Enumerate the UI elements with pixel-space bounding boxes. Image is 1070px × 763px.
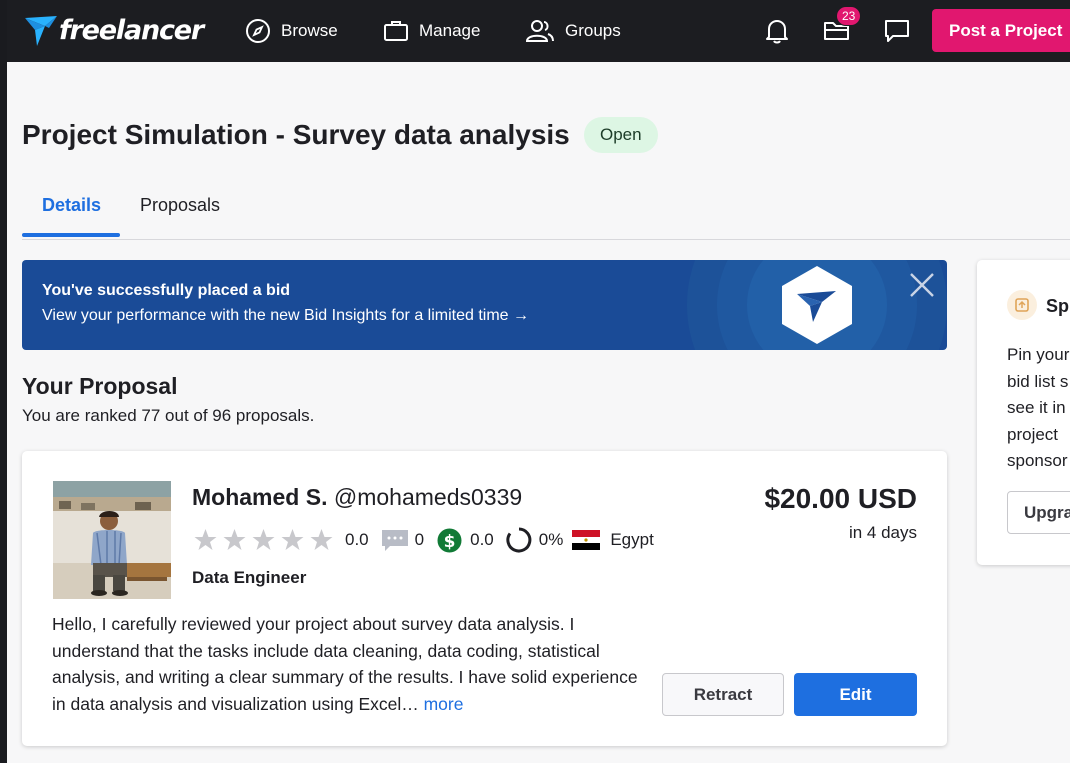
notification-count-badge: 23 bbox=[836, 6, 862, 26]
sidebar-line: bid list s bbox=[1007, 371, 1069, 391]
briefcase-icon bbox=[384, 21, 408, 41]
nav-manage-label: Manage bbox=[419, 21, 481, 40]
sidebar-line: see it in bbox=[1007, 398, 1066, 417]
sidebar-text: Pin your bid list s see it in project sp… bbox=[1007, 342, 1070, 475]
more-link[interactable]: more bbox=[424, 694, 464, 714]
status-badge: Open bbox=[584, 117, 658, 153]
star-icon bbox=[223, 529, 246, 550]
nav-browse[interactable]: Browse bbox=[245, 18, 338, 44]
page-title: Project Simulation - Survey data analysi… bbox=[22, 119, 570, 150]
country-name: Egypt bbox=[610, 530, 654, 549]
proposal-card: Mohamed S. @mohameds0339 0.0 0 $ 0.0 0% … bbox=[22, 451, 947, 746]
earnings-stat: $ 0.0 bbox=[437, 528, 494, 553]
reviews-stat: 0 bbox=[381, 528, 424, 552]
egypt-flag-icon bbox=[572, 530, 601, 550]
comment-icon bbox=[381, 530, 408, 551]
messages-button[interactable] bbox=[882, 16, 912, 46]
freelancer-hexagon-icon bbox=[782, 266, 852, 344]
avatar[interactable] bbox=[53, 481, 171, 599]
freelancer-stats: 0.0 0 $ 0.0 0% Egypt bbox=[192, 527, 654, 553]
sidebar-line: sponsor bbox=[1007, 451, 1068, 470]
tab-proposals[interactable]: Proposals bbox=[140, 195, 220, 216]
completion-ring-icon bbox=[506, 527, 532, 553]
section-title: Your Proposal bbox=[22, 373, 178, 399]
post-project-button[interactable]: Post a Project bbox=[932, 9, 1070, 52]
sponsor-icon bbox=[1007, 290, 1037, 320]
sidebar-line: Pin your bbox=[1007, 345, 1070, 364]
country-stat: Egypt bbox=[572, 530, 654, 550]
notifications-button[interactable] bbox=[762, 16, 792, 46]
bid-amount: $20.00 USD bbox=[764, 483, 917, 514]
freelancer-role: Data Engineer bbox=[192, 568, 307, 587]
star-rating bbox=[192, 528, 337, 552]
star-icon bbox=[310, 529, 333, 550]
tab-details[interactable]: Details bbox=[42, 195, 101, 216]
close-icon[interactable] bbox=[907, 270, 937, 300]
svg-text:$: $ bbox=[444, 532, 456, 552]
rating-value: 0.0 bbox=[345, 530, 369, 549]
profile-photo bbox=[53, 481, 171, 599]
delivery-time: in 4 days bbox=[848, 523, 917, 542]
edit-button[interactable]: Edit bbox=[794, 673, 917, 716]
nav-groups[interactable]: Groups bbox=[525, 18, 621, 44]
bid-insights-banner[interactable]: You've successfully placed a bid View yo… bbox=[22, 260, 947, 350]
completion-stat: 0% bbox=[506, 527, 564, 553]
freelancer-bird-icon bbox=[25, 16, 57, 46]
compass-icon bbox=[246, 19, 270, 43]
dollar-icon: $ bbox=[437, 528, 462, 552]
display-name: Mohamed S. bbox=[192, 484, 328, 510]
project-tabs: Details Proposals bbox=[22, 185, 1070, 240]
freelancer-logo[interactable]: freelancer bbox=[23, 10, 204, 50]
description-text: Hello, I carefully reviewed your project… bbox=[52, 614, 638, 714]
rank-text: You are ranked 77 out of 96 proposals. bbox=[22, 406, 315, 425]
sidebar-title: Sp bbox=[1046, 296, 1070, 316]
retract-button[interactable]: Retract bbox=[662, 673, 784, 716]
completion-rate: 0% bbox=[538, 530, 564, 549]
nav-groups-label: Groups bbox=[565, 21, 621, 40]
freelancer-name[interactable]: Mohamed S. @mohameds0339 bbox=[192, 484, 522, 511]
window-edge bbox=[0, 0, 7, 763]
sidebar-line: project bbox=[1007, 424, 1059, 444]
top-navbar: freelancer Browse Manage Groups 23 Post … bbox=[7, 0, 1070, 62]
star-icon bbox=[194, 529, 217, 550]
earnings-score: 0.0 bbox=[470, 530, 494, 549]
chat-icon bbox=[885, 20, 909, 42]
username: @mohameds0339 bbox=[333, 484, 523, 510]
bell-icon bbox=[766, 20, 788, 44]
brand-name: freelancer bbox=[59, 14, 204, 46]
proposal-description: Hello, I carefully reviewed your project… bbox=[52, 611, 642, 717]
users-icon bbox=[525, 20, 554, 42]
banner-link[interactable]: View your performance with the new Bid I… bbox=[42, 307, 529, 325]
reviews-count: 0 bbox=[414, 530, 425, 549]
sponsor-upsell-card: Sp Pin your bid list s see it in project… bbox=[977, 260, 1070, 565]
star-icon bbox=[252, 529, 275, 550]
nav-manage[interactable]: Manage bbox=[383, 18, 480, 44]
upgrade-button[interactable]: Upgra bbox=[1007, 491, 1070, 534]
star-icon bbox=[281, 529, 304, 550]
active-tab-indicator bbox=[22, 233, 120, 237]
banner-title: You've successfully placed a bid bbox=[42, 282, 291, 299]
nav-browse-label: Browse bbox=[281, 21, 338, 40]
